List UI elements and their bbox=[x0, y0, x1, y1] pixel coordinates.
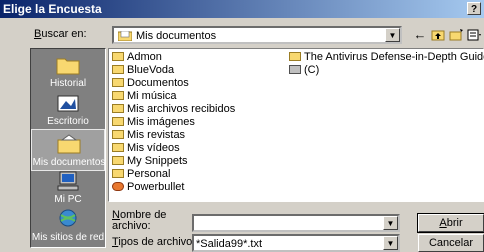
computer-icon bbox=[57, 171, 79, 191]
file-list[interactable]: Admon BlueVoda Documentos Mi música Mis … bbox=[108, 48, 484, 202]
chevron-down-icon[interactable]: ▼ bbox=[385, 28, 400, 42]
list-item[interactable]: Mis revistas bbox=[112, 129, 185, 142]
list-item[interactable]: Mis imágenes bbox=[112, 116, 195, 129]
list-item[interactable]: Personal bbox=[112, 168, 170, 181]
folder-icon bbox=[112, 169, 124, 178]
file-name-input[interactable]: ▼ bbox=[192, 214, 400, 232]
place-mis-sitios-de-red[interactable]: Mis sitios de red bbox=[31, 205, 105, 247]
cancel-button[interactable]: Cancelar bbox=[418, 234, 484, 252]
new-folder-button[interactable] bbox=[448, 26, 464, 44]
folder-icon bbox=[112, 143, 124, 152]
folder-icon bbox=[56, 58, 80, 75]
list-item[interactable]: My Snippets bbox=[112, 155, 188, 168]
place-escritorio[interactable]: Escritorio bbox=[31, 89, 105, 131]
network-icon bbox=[59, 209, 77, 227]
folder-icon bbox=[112, 117, 124, 126]
drive-icon bbox=[289, 65, 301, 74]
list-item[interactable]: (C) bbox=[289, 64, 319, 77]
title-bar: Elige la Encuesta ? bbox=[0, 0, 484, 18]
look-in-value: Mis documentos bbox=[136, 30, 217, 42]
places-bar: Historial Escritorio Mis documentos Mi P… bbox=[30, 48, 106, 248]
file-type-dropdown[interactable]: *Salida99*.txt ▼ bbox=[192, 234, 400, 252]
place-mis-documentos[interactable]: Mis documentos bbox=[31, 129, 105, 171]
desktop-icon bbox=[57, 95, 79, 112]
folder-icon bbox=[112, 91, 124, 100]
file-type-value: *Salida99*.txt bbox=[196, 238, 263, 250]
help-button[interactable]: ? bbox=[467, 2, 481, 15]
new-folder-icon bbox=[449, 29, 463, 41]
file-type-label: Tipos de archivo: bbox=[112, 236, 196, 248]
folder-icon bbox=[112, 78, 124, 87]
documents-folder-icon bbox=[57, 134, 81, 154]
list-item[interactable]: Powerbullet bbox=[112, 181, 184, 194]
views-menu-button[interactable] bbox=[466, 26, 482, 44]
up-folder-icon bbox=[431, 30, 445, 41]
folder-icon bbox=[289, 52, 301, 61]
window-title: Elige la Encuesta bbox=[3, 2, 102, 16]
app-icon bbox=[112, 182, 124, 191]
open-button[interactable]: Abrir bbox=[417, 213, 484, 233]
folder-icon bbox=[112, 65, 124, 74]
list-item[interactable]: Mis archivos recibidos bbox=[112, 103, 235, 116]
look-in-label: Buscar en: bbox=[34, 28, 87, 40]
list-item[interactable]: The Antivirus Defense-in-Depth Guide bbox=[289, 51, 484, 64]
back-button[interactable]: ← bbox=[412, 26, 428, 44]
views-icon bbox=[467, 29, 481, 41]
place-mi-pc[interactable]: Mi PC bbox=[31, 167, 105, 209]
list-item[interactable]: Mis vídeos bbox=[112, 142, 180, 155]
folder-icon bbox=[112, 130, 124, 139]
documents-folder-icon bbox=[118, 31, 132, 41]
list-item[interactable]: BlueVoda bbox=[112, 64, 174, 77]
file-name-label: Nombre de archivo: bbox=[112, 209, 167, 232]
place-historial[interactable]: Historial bbox=[31, 51, 105, 93]
chevron-down-icon[interactable]: ▼ bbox=[383, 216, 398, 230]
folder-icon bbox=[112, 52, 124, 61]
look-in-dropdown[interactable]: Mis documentos ▼ bbox=[112, 26, 402, 44]
chevron-down-icon[interactable]: ▼ bbox=[383, 236, 398, 250]
list-item[interactable]: Admon bbox=[112, 51, 162, 64]
folder-icon bbox=[112, 156, 124, 165]
folder-icon bbox=[112, 104, 124, 113]
list-item[interactable]: Documentos bbox=[112, 77, 189, 90]
list-item[interactable]: Mi música bbox=[112, 90, 177, 103]
up-folder-button[interactable] bbox=[430, 26, 446, 44]
